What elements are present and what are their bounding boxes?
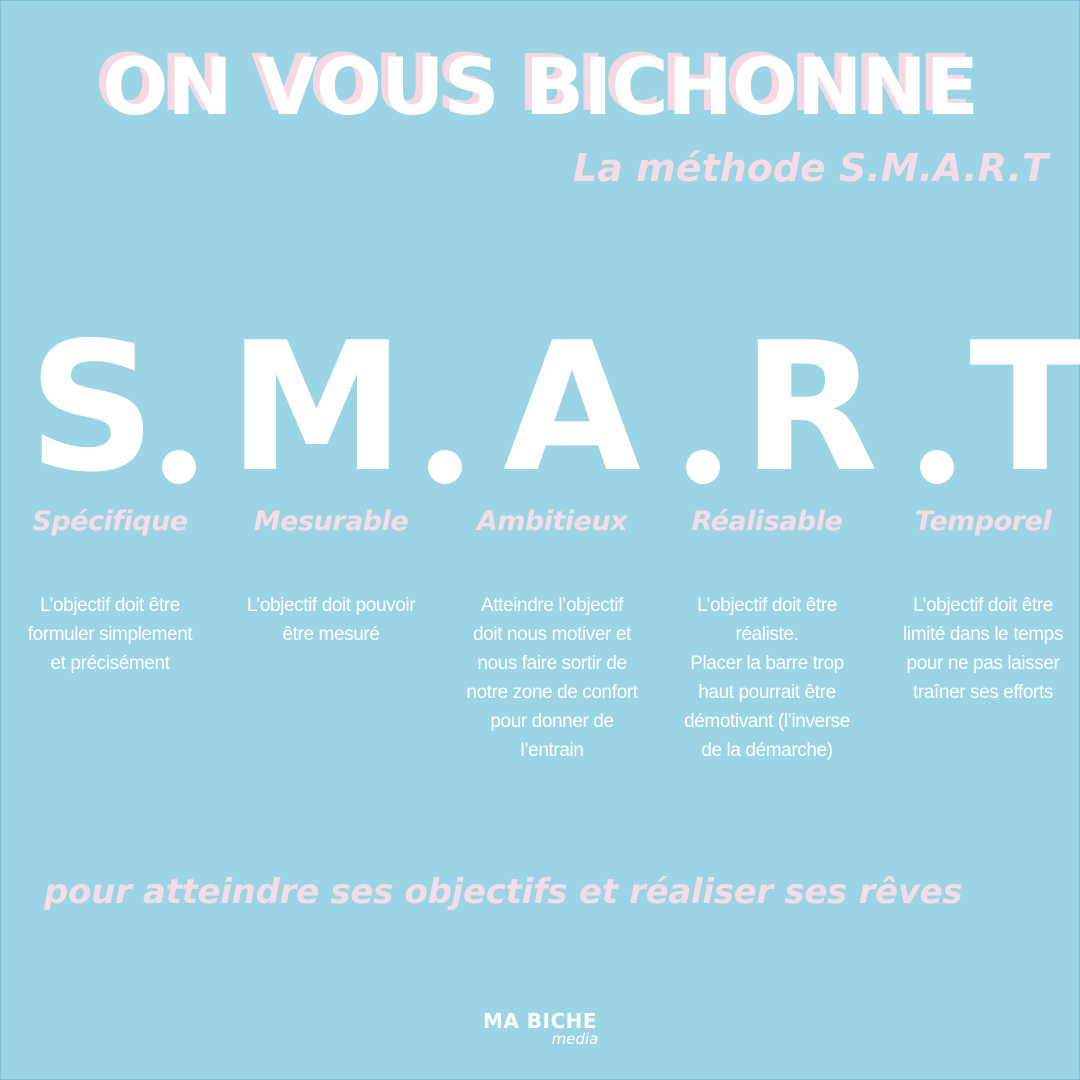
- acronym-letter-m: M: [228, 304, 406, 511]
- criterion-word: Ambitieux: [476, 506, 628, 537]
- criterion-description: L’objectif doit pouvoir être mesuré: [246, 595, 416, 645]
- acronym-dot: [920, 450, 954, 484]
- criterion-word: Spécifique: [32, 506, 188, 537]
- acronym-letter-a: A: [503, 304, 641, 511]
- criterion-description: L’objectif doit être formuler simplement…: [27, 595, 193, 674]
- logo-sub-text: media: [551, 1030, 599, 1048]
- smart-acronym: S M A R T: [0, 304, 1080, 511]
- page-title: ON VOUS BICHONNE: [102, 43, 979, 133]
- acronym-letter-t: T: [969, 304, 1080, 511]
- criterion-description: L’objectif doit être limité dans le temp…: [903, 595, 1063, 703]
- criterion-description: Atteindre l’objectif doit nous motiver e…: [466, 595, 638, 761]
- acronym-letter-r: R: [741, 304, 879, 511]
- page-subtitle: La méthode S.M.A.R.T: [573, 146, 1048, 190]
- criterion-specifique: Spécifique L’objectif doit être formuler…: [5, 500, 215, 678]
- criterion-word: Réalisable: [691, 506, 843, 537]
- tagline: pour atteindre ses objectifs et réaliser…: [44, 872, 963, 912]
- criterion-word: Mesurable: [253, 506, 409, 537]
- criterion-temporel: Temporel L’objectif doit être limité dan…: [878, 500, 1080, 707]
- logo-main-text: MA BICHE: [482, 1009, 598, 1033]
- acronym-letter-s: S: [27, 304, 157, 511]
- criterion-mesurable: Mesurable L’objectif doit pouvoir être m…: [226, 500, 436, 649]
- criterion-ambitieux: Ambitieux Atteindre l’objectif doit nous…: [447, 500, 657, 765]
- criterion-word: Temporel: [914, 506, 1052, 537]
- acronym-dot: [686, 450, 720, 484]
- acronym-dot: [162, 450, 196, 484]
- brand-logo: MA BICHE media: [440, 1009, 640, 1048]
- acronym-dot: [428, 450, 462, 484]
- criterion-realisable: Réalisable L’objectif doit être réaliste…: [662, 500, 872, 765]
- criterion-description: L’objectif doit être réaliste. Placer la…: [684, 595, 850, 761]
